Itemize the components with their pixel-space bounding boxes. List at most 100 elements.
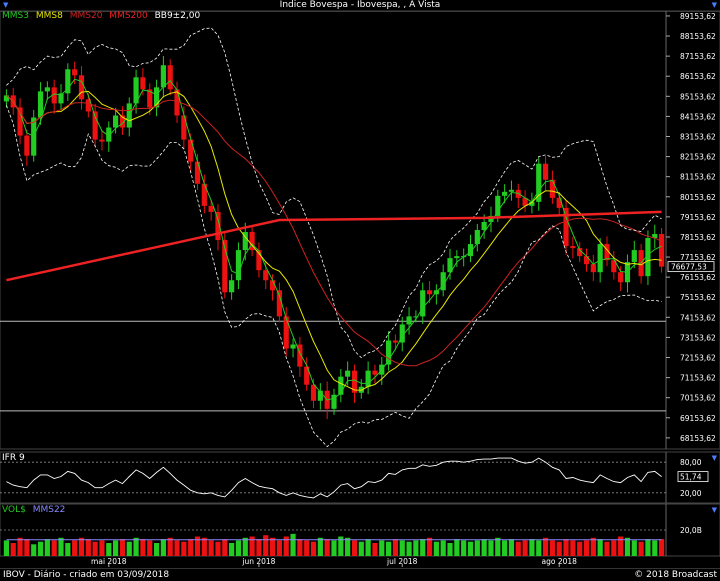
volume-bar <box>658 539 665 556</box>
volume-bar <box>372 543 378 556</box>
volume-bar <box>386 541 392 556</box>
candle-body <box>44 87 50 92</box>
candle-body <box>508 189 515 192</box>
volume-bar <box>78 537 85 556</box>
volume-bar <box>31 544 37 556</box>
x-tick-label: ago 2018 <box>542 557 578 566</box>
y-tick-label: 85153,62 <box>680 92 716 101</box>
candle-body <box>454 256 460 259</box>
candle-body <box>167 65 173 90</box>
volume-bar <box>624 537 631 556</box>
volume-bar <box>106 543 112 556</box>
volume-bar <box>454 539 460 556</box>
volume-bar <box>563 539 569 556</box>
candle-body <box>392 340 399 343</box>
volume-bar <box>515 541 521 556</box>
y-tick-label: 78153,62 <box>680 233 716 242</box>
volume-bar <box>467 541 474 556</box>
volume-bar <box>65 543 71 556</box>
y-tick-label: 71153,62 <box>680 374 716 383</box>
candle-body <box>658 234 665 267</box>
candle-body <box>590 264 596 273</box>
volume-bar <box>85 539 91 556</box>
volume-bar <box>426 537 433 556</box>
volume-bar <box>522 540 528 556</box>
candle-body <box>113 115 119 128</box>
volume-bar <box>597 539 603 556</box>
volume-bar <box>99 540 105 556</box>
candle-body <box>188 139 194 162</box>
volume-bar <box>37 541 44 556</box>
volume-bar <box>495 537 501 556</box>
candle-body <box>37 91 44 118</box>
ifr-panel-frame <box>0 451 720 504</box>
candle-body <box>283 316 289 349</box>
y-tick-label: 80153,62 <box>680 193 716 202</box>
candle-body <box>549 179 555 198</box>
y-tick-label: 84153,62 <box>680 112 716 121</box>
volume-bar <box>590 537 596 556</box>
volume-bar <box>276 540 282 556</box>
y-tick-label: 83153,62 <box>680 133 716 142</box>
candle-body <box>426 290 433 295</box>
volume-bar <box>17 537 23 556</box>
volume-bar <box>399 540 405 556</box>
footer: IBOV - Diário - criado em 03/09/2018 © 2… <box>0 568 720 581</box>
volume-bar <box>461 540 467 556</box>
candle-body <box>345 370 351 377</box>
volume-bar <box>358 541 364 556</box>
volume-bar <box>392 539 399 556</box>
volume-bar <box>235 540 242 556</box>
volume-bar <box>536 540 542 556</box>
volume-bar <box>310 541 317 556</box>
ma-line-mms3 <box>6 78 662 401</box>
candle-body <box>386 340 392 365</box>
volume-bar <box>502 540 508 556</box>
volume-bar <box>58 537 64 556</box>
y-tick-label: 89153,62 <box>680 12 716 21</box>
volume-bar <box>24 539 30 556</box>
volume-bar <box>167 537 173 556</box>
y-tick-label: 73153,62 <box>680 333 716 342</box>
volume-bar <box>645 539 651 556</box>
y-tick-label: 88153,62 <box>680 32 716 41</box>
candle-body <box>310 384 317 401</box>
candle-body <box>338 376 344 395</box>
volume-bar <box>433 541 439 556</box>
stock-chart: 89153,62 88153,62 87153,62 86153,62 85153,62… <box>0 10 720 567</box>
volume-bar <box>420 539 426 556</box>
candle-body <box>502 191 508 196</box>
candle-body <box>542 163 549 180</box>
y-tick-label: 79153,62 <box>680 213 716 222</box>
volume-bar <box>447 543 453 556</box>
y-tick-label: 68153,62 <box>680 434 716 443</box>
volume-bar <box>174 540 180 556</box>
volume-bar <box>181 541 187 556</box>
ifr-line <box>6 457 662 499</box>
volume-bar <box>229 543 235 556</box>
volume-bar <box>440 540 446 556</box>
y-tick-label: 86153,62 <box>680 72 716 81</box>
volume-bar <box>263 535 269 556</box>
volume-bar <box>222 539 228 556</box>
y-tick-label: 76153,62 <box>680 273 716 282</box>
y-tick-label: 69153,62 <box>680 414 716 423</box>
candle-body <box>372 370 378 375</box>
candle-body <box>263 270 269 281</box>
candle-body <box>160 65 166 88</box>
volume-bar <box>140 539 146 556</box>
volume-bar <box>153 543 160 556</box>
volume-bar <box>365 539 371 556</box>
y-tick-label: 82153,62 <box>680 153 716 162</box>
volume-bar <box>317 537 323 556</box>
volume-bar <box>113 540 119 556</box>
volume-bar <box>201 537 207 556</box>
candle-body <box>78 75 85 100</box>
volume-bar <box>570 540 576 556</box>
volume-bar <box>92 541 98 556</box>
candle-body <box>474 230 480 245</box>
volume-bar <box>208 540 214 556</box>
volume-bar <box>256 539 262 556</box>
candle-body <box>583 256 590 265</box>
volume-bar <box>331 540 337 556</box>
